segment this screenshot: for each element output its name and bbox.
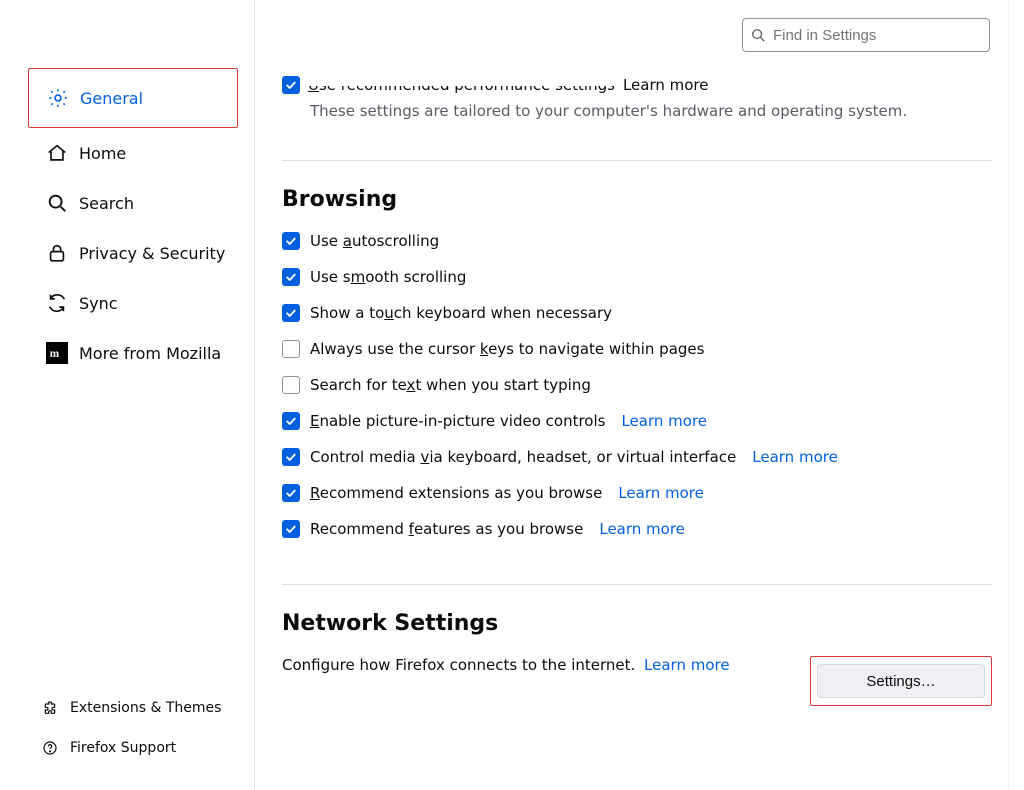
browsing-row-1: Use smooth scrolling xyxy=(282,268,992,286)
magnifier-icon xyxy=(46,192,68,214)
checkbox[interactable] xyxy=(282,232,300,250)
perf-subtext: These settings are tailored to your comp… xyxy=(310,102,992,120)
sidebar-item-sync[interactable]: Sync xyxy=(28,278,238,328)
checkbox-label: Use autoscrolling xyxy=(310,232,439,250)
checkbox[interactable] xyxy=(282,340,300,358)
svg-text:m: m xyxy=(50,348,60,360)
sidebar-item-label: Privacy & Security xyxy=(79,244,225,263)
browsing-row-6: Control media via keyboard, headset, or … xyxy=(282,448,992,466)
sidebar-bottom-label: Firefox Support xyxy=(70,740,176,756)
learn-more-link[interactable]: Learn more xyxy=(621,412,707,430)
perf-learn-more[interactable]: Learn more xyxy=(623,76,709,94)
help-icon xyxy=(42,740,58,756)
checkbox[interactable] xyxy=(282,520,300,538)
checkbox-label: Show a touch keyboard when necessary xyxy=(310,304,612,322)
checkbox-label: Search for text when you start typing xyxy=(310,376,591,394)
checkbox[interactable] xyxy=(282,448,300,466)
perf-label: Use recommended performance settings xyxy=(308,76,615,94)
browsing-row-7: Recommend extensions as you browse Learn … xyxy=(282,484,992,502)
checkbox[interactable] xyxy=(282,412,300,430)
network-desc: Configure how Firefox connects to the in… xyxy=(282,656,635,674)
sidebar-item-mozilla[interactable]: m More from Mozilla xyxy=(28,328,238,378)
sidebar-item-label: Search xyxy=(79,194,134,213)
network-heading: Network Settings xyxy=(282,611,992,636)
checkbox-label: Recommend extensions as you browse xyxy=(310,484,602,502)
sidebar-item-privacy[interactable]: Privacy & Security xyxy=(28,228,238,278)
checkbox-label: Always use the cursor keys to navigate w… xyxy=(310,340,704,358)
sidebar-item-label: General xyxy=(80,89,143,108)
browsing-row-3: Always use the cursor keys to navigate w… xyxy=(282,340,992,358)
checkbox-performance[interactable] xyxy=(282,76,300,94)
sidebar-bottom-label: Extensions & Themes xyxy=(70,700,221,716)
mozilla-logo-icon: m xyxy=(46,342,68,364)
vertical-scrollbar[interactable] xyxy=(1008,0,1024,790)
checkbox-label: Enable picture-in-picture video controls xyxy=(310,412,605,430)
browsing-row-8: Recommend features as you browse Learn mo… xyxy=(282,520,992,538)
checkbox[interactable] xyxy=(282,484,300,502)
learn-more-link[interactable]: Learn more xyxy=(599,520,685,538)
network-settings-button[interactable]: Settings… xyxy=(817,664,985,698)
sync-icon xyxy=(46,292,68,314)
sidebar-item-label: Home xyxy=(79,144,126,163)
network-learn-more[interactable]: Learn more xyxy=(644,656,730,674)
checkbox[interactable] xyxy=(282,304,300,322)
divider xyxy=(282,160,992,161)
search-icon xyxy=(751,28,765,42)
sidebar-item-label: More from Mozilla xyxy=(79,344,221,363)
checkbox-label: Use smooth scrolling xyxy=(310,268,466,286)
browsing-row-4: Search for text when you start typing xyxy=(282,376,992,394)
lock-icon xyxy=(46,242,68,264)
sidebar-item-label: Sync xyxy=(79,294,118,313)
browsing-row-5: Enable picture-in-picture video controls… xyxy=(282,412,992,430)
network-settings-highlight: Settings… xyxy=(810,656,992,706)
browsing-row-2: Show a touch keyboard when necessary xyxy=(282,304,992,322)
gear-icon xyxy=(47,87,69,109)
main-content: Use recommended performance settings Lea… xyxy=(282,70,992,790)
checkbox-label: Recommend features as you browse xyxy=(310,520,583,538)
checkbox-label: Control media via keyboard, headset, or … xyxy=(310,448,736,466)
search-box[interactable] xyxy=(742,18,990,52)
checkbox[interactable] xyxy=(282,268,300,286)
divider xyxy=(282,584,992,585)
checkbox[interactable] xyxy=(282,376,300,394)
browsing-row-0: Use autoscrolling xyxy=(282,232,992,250)
sidebar-item-home[interactable]: Home xyxy=(28,128,238,178)
sidebar-item-search[interactable]: Search xyxy=(28,178,238,228)
sidebar-bottom-support[interactable]: Firefox Support xyxy=(42,728,242,768)
learn-more-link[interactable]: Learn more xyxy=(618,484,704,502)
sidebar: General Home Search Pri xyxy=(0,0,255,790)
browsing-heading: Browsing xyxy=(282,187,992,212)
sidebar-bottom-extensions[interactable]: Extensions & Themes xyxy=(42,688,242,728)
search-input[interactable] xyxy=(773,27,981,44)
learn-more-link[interactable]: Learn more xyxy=(752,448,838,466)
home-icon xyxy=(46,142,68,164)
sidebar-item-general[interactable]: General xyxy=(28,68,238,128)
puzzle-icon xyxy=(42,700,58,716)
